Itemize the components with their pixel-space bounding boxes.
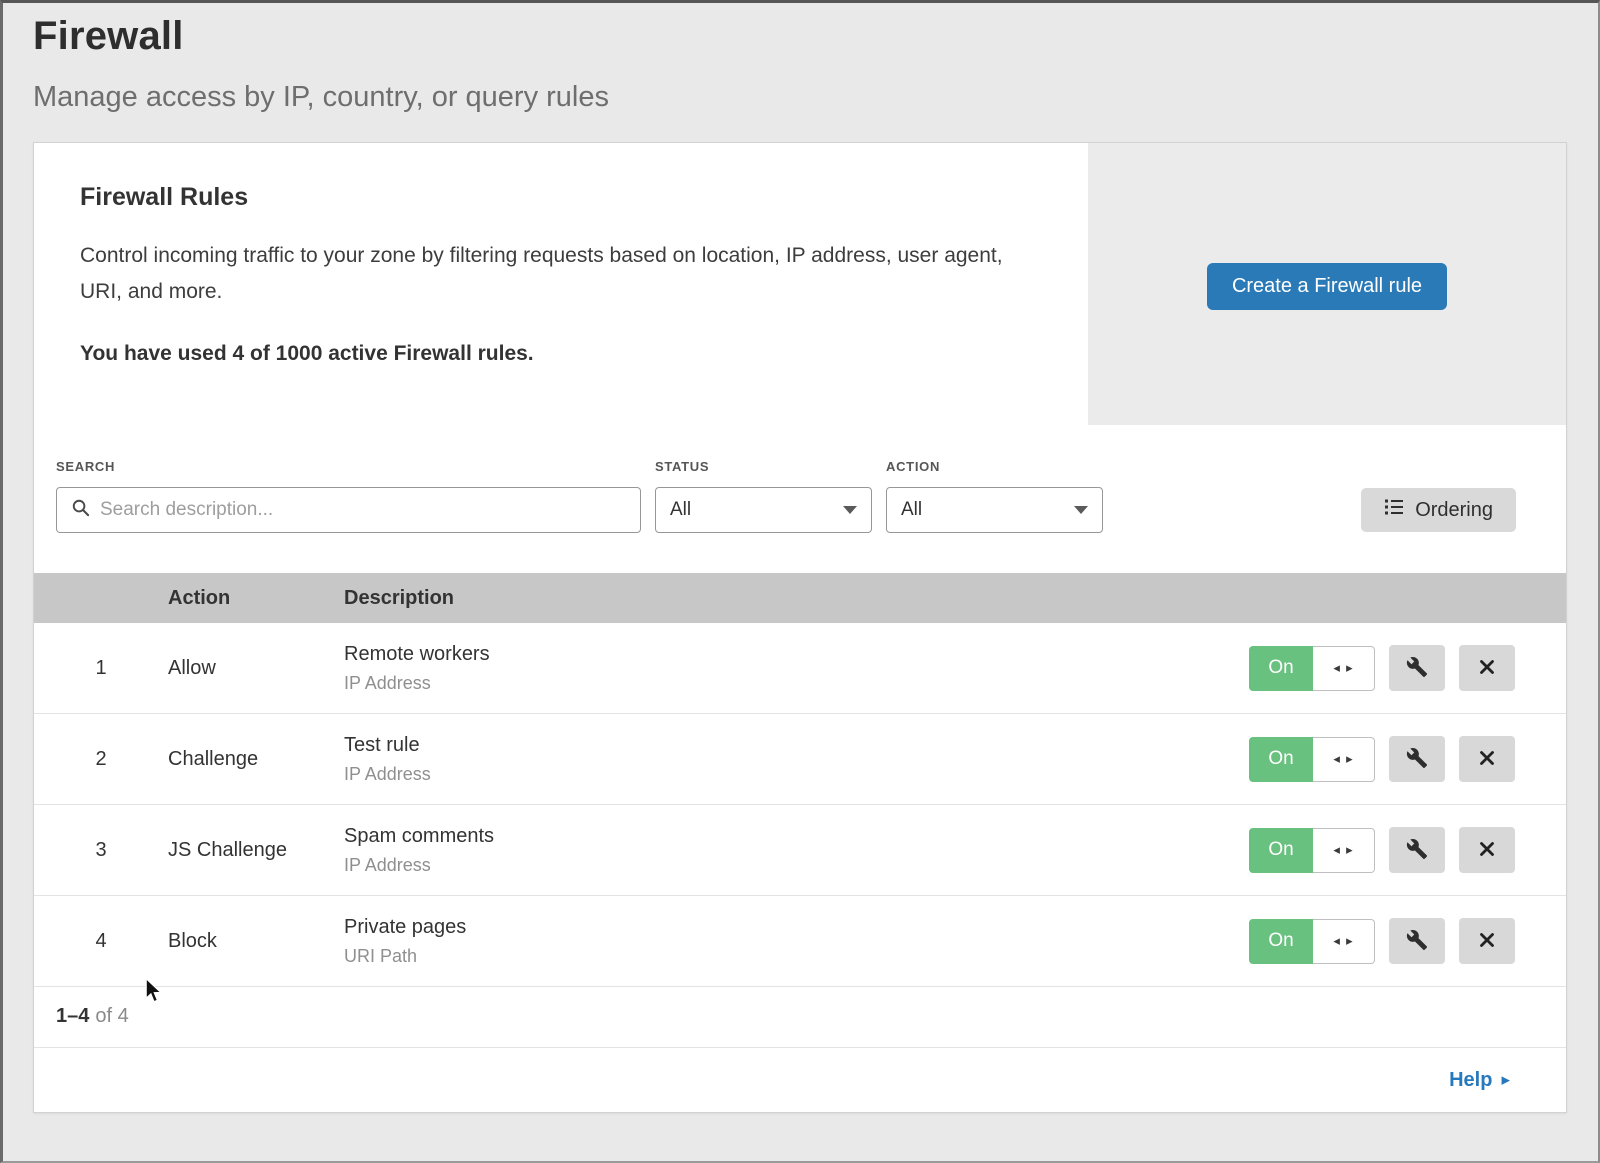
- table-row: 2 Challenge Test rule IP Address On ◂ ▸: [34, 714, 1566, 805]
- search-label: SEARCH: [56, 459, 641, 475]
- rule-match-type: IP Address: [344, 673, 1236, 694]
- rule-description: Private pages: [344, 916, 1236, 939]
- toggle-handle[interactable]: ◂ ▸: [1313, 828, 1375, 873]
- card-description: Control incoming traffic to your zone by…: [80, 238, 1030, 310]
- delete-rule-button[interactable]: [1459, 736, 1515, 782]
- edit-rule-button[interactable]: [1389, 736, 1445, 782]
- chevron-down-icon: [843, 506, 857, 514]
- table-row: 3 JS Challenge Spam comments IP Address …: [34, 805, 1566, 896]
- row-number: 2: [34, 748, 168, 771]
- wrench-icon: [1406, 747, 1428, 772]
- delete-rule-button[interactable]: [1459, 645, 1515, 691]
- rule-action: Challenge: [168, 748, 344, 771]
- close-icon: [1477, 748, 1497, 771]
- create-firewall-rule-button[interactable]: Create a Firewall rule: [1207, 263, 1447, 310]
- pagination-range: 1–4: [56, 1005, 89, 1027]
- toggle-handle[interactable]: ◂ ▸: [1313, 737, 1375, 782]
- row-number: 3: [34, 839, 168, 862]
- search-icon: [71, 498, 90, 523]
- rule-match-type: IP Address: [344, 855, 1236, 876]
- toggle-on-label[interactable]: On: [1249, 919, 1313, 964]
- toggle-on-label[interactable]: On: [1249, 737, 1313, 782]
- rule-description: Remote workers: [344, 643, 1236, 666]
- table-row: 1 Allow Remote workers IP Address On ◂ ▸: [34, 623, 1566, 714]
- chevron-down-icon: [1074, 506, 1088, 514]
- action-label: ACTION: [886, 459, 1103, 475]
- rule-action: Allow: [168, 657, 344, 680]
- status-label: STATUS: [655, 459, 872, 475]
- edit-rule-button[interactable]: [1389, 918, 1445, 964]
- table-header: Action Description: [34, 573, 1566, 623]
- toggle-arrows-icon: ◂ ▸: [1333, 661, 1353, 676]
- status-selected-value: All: [670, 499, 691, 521]
- toggle-handle[interactable]: ◂ ▸: [1313, 919, 1375, 964]
- card-action-panel: Create a Firewall rule: [1088, 143, 1566, 425]
- search-input[interactable]: [100, 499, 626, 521]
- wrench-icon: [1406, 838, 1428, 863]
- page-title: Firewall: [33, 14, 1567, 59]
- toggle-handle[interactable]: ◂ ▸: [1313, 646, 1375, 691]
- pagination-status: 1–4 of 4: [34, 987, 1566, 1048]
- rule-action: JS Challenge: [168, 839, 344, 862]
- close-icon: [1477, 930, 1497, 953]
- toggle-arrows-icon: ◂ ▸: [1333, 934, 1353, 949]
- column-action: Action: [168, 587, 344, 610]
- rule-description: Test rule: [344, 734, 1236, 757]
- toggle-arrows-icon: ◂ ▸: [1333, 752, 1353, 767]
- ordering-button[interactable]: Ordering: [1361, 488, 1516, 532]
- rule-enabled-toggle[interactable]: On ◂ ▸: [1249, 737, 1375, 782]
- delete-rule-button[interactable]: [1459, 827, 1515, 873]
- column-description: Description: [344, 587, 1236, 610]
- search-field[interactable]: [56, 487, 641, 533]
- edit-rule-button[interactable]: [1389, 645, 1445, 691]
- toggle-on-label[interactable]: On: [1249, 828, 1313, 873]
- ordering-button-label: Ordering: [1415, 499, 1493, 522]
- rule-match-type: URI Path: [344, 946, 1236, 967]
- help-link[interactable]: Help ▸: [1449, 1069, 1510, 1092]
- rule-action: Block: [168, 930, 344, 953]
- row-number: 4: [34, 930, 168, 953]
- close-icon: [1477, 839, 1497, 862]
- pagination-total: of 4: [95, 1005, 128, 1027]
- filters-bar: SEARCH STATUS All ACTION All: [34, 425, 1566, 573]
- action-select[interactable]: All: [886, 487, 1103, 533]
- rule-match-type: IP Address: [344, 764, 1236, 785]
- rule-enabled-toggle[interactable]: On ◂ ▸: [1249, 919, 1375, 964]
- action-selected-value: All: [901, 499, 922, 521]
- wrench-icon: [1406, 929, 1428, 954]
- rule-enabled-toggle[interactable]: On ◂ ▸: [1249, 828, 1375, 873]
- ordering-icon: [1384, 497, 1404, 523]
- rule-enabled-toggle[interactable]: On ◂ ▸: [1249, 646, 1375, 691]
- chevron-right-icon: ▸: [1501, 1070, 1510, 1090]
- page-subtitle: Manage access by IP, country, or query r…: [33, 81, 1567, 114]
- card-heading: Firewall Rules: [80, 183, 1042, 212]
- rule-description: Spam comments: [344, 825, 1236, 848]
- card-footer: Help ▸: [34, 1048, 1566, 1112]
- firewall-rules-card: Firewall Rules Control incoming traffic …: [33, 142, 1567, 1113]
- edit-rule-button[interactable]: [1389, 827, 1445, 873]
- toggle-on-label[interactable]: On: [1249, 646, 1313, 691]
- firewall-page: Firewall Manage access by IP, country, o…: [0, 0, 1600, 1113]
- row-number: 1: [34, 657, 168, 680]
- status-select[interactable]: All: [655, 487, 872, 533]
- toggle-arrows-icon: ◂ ▸: [1333, 843, 1353, 858]
- rules-usage-text: You have used 4 of 1000 active Firewall …: [80, 342, 1042, 366]
- help-link-label: Help: [1449, 1069, 1492, 1092]
- wrench-icon: [1406, 656, 1428, 681]
- delete-rule-button[interactable]: [1459, 918, 1515, 964]
- close-icon: [1477, 657, 1497, 680]
- table-row: 4 Block Private pages URI Path On ◂ ▸: [34, 896, 1566, 987]
- card-header: Firewall Rules Control incoming traffic …: [34, 143, 1566, 425]
